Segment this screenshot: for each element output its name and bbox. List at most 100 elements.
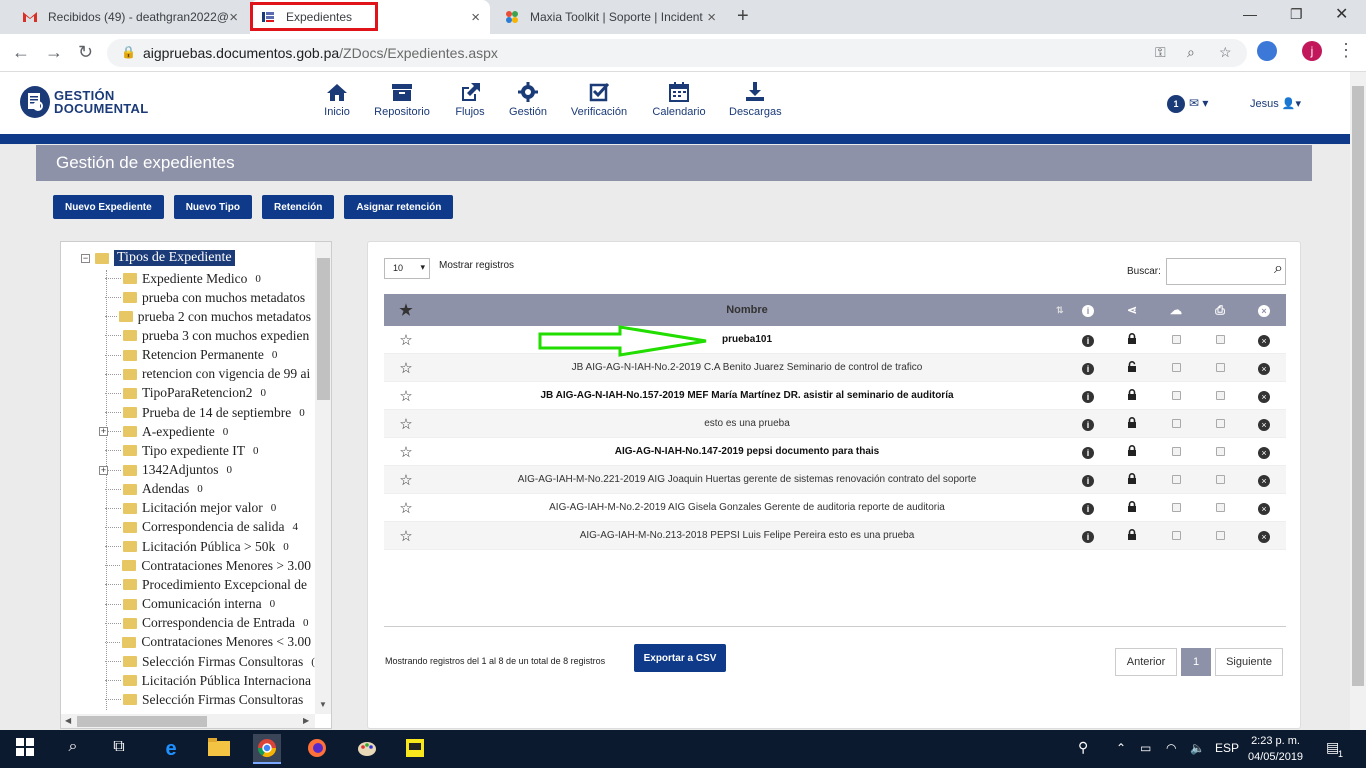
scroll-left-icon[interactable]: ◀ bbox=[65, 716, 71, 725]
tree-item[interactable]: Contrataciones Menores > 3.00 bbox=[105, 556, 319, 575]
file-explorer-icon[interactable] bbox=[208, 738, 230, 760]
print-checkbox[interactable] bbox=[1198, 361, 1242, 375]
print-checkbox[interactable] bbox=[1198, 445, 1242, 459]
info-icon[interactable]: i bbox=[1066, 445, 1110, 459]
info-icon[interactable]: i bbox=[1066, 529, 1110, 543]
key-icon[interactable]: ⚿ bbox=[1155, 44, 1166, 61]
scroll-right-icon[interactable]: ▶ bbox=[303, 716, 309, 725]
table-row[interactable]: ☆ AIG-AG-IAH-M-No.221-2019 AIG Joaquin Hu… bbox=[384, 466, 1286, 494]
delete-icon[interactable]: × bbox=[1242, 445, 1286, 459]
tree-item[interactable]: Licitación Pública Internaciona bbox=[105, 671, 319, 690]
expand-toggle[interactable]: + bbox=[99, 465, 108, 475]
info-icon[interactable]: i bbox=[1066, 473, 1110, 487]
scroll-down-icon[interactable]: ▼ bbox=[319, 700, 327, 709]
table-row[interactable]: ☆ esto es una prueba i × bbox=[384, 410, 1286, 438]
tree-item[interactable]: retencion con vigencia de 99 ai bbox=[105, 365, 319, 384]
delete-icon[interactable]: × bbox=[1242, 529, 1286, 543]
tree-item[interactable]: Adendas 0 bbox=[105, 480, 319, 499]
tree-item[interactable]: Retencion Permanente 0 bbox=[105, 346, 319, 365]
delete-icon[interactable]: × bbox=[1242, 389, 1286, 403]
info-icon[interactable]: i bbox=[1066, 501, 1110, 515]
tree-item[interactable]: 1342Adjuntos 0 bbox=[105, 461, 319, 480]
tree-root[interactable]: Tipos de Expediente bbox=[95, 250, 235, 266]
download-checkbox[interactable] bbox=[1154, 445, 1198, 459]
scroll-thumb[interactable] bbox=[317, 258, 330, 400]
tree-item[interactable]: A-expediente 0 bbox=[105, 422, 319, 441]
maximize-button[interactable]: ❐ bbox=[1290, 6, 1303, 23]
tree-item[interactable]: Licitación Pública > 50k 0 bbox=[105, 537, 319, 556]
nav-inicio[interactable]: Inicio bbox=[322, 82, 352, 118]
expedient-name[interactable]: prueba101 bbox=[428, 334, 1066, 345]
delete-icon[interactable]: × bbox=[1242, 501, 1286, 515]
edge-icon[interactable]: e bbox=[160, 738, 182, 760]
tree-item[interactable]: prueba 3 con muchos expedien bbox=[105, 326, 319, 345]
next-page-button[interactable]: Siguiente bbox=[1215, 648, 1283, 676]
volume-icon[interactable]: 🔈 bbox=[1190, 741, 1205, 755]
tab-gmail[interactable]: Recibidos (49) - deathgran2022@ × bbox=[12, 0, 248, 34]
forward-button[interactable]: → bbox=[45, 42, 63, 63]
print-checkbox[interactable] bbox=[1198, 473, 1242, 487]
new-expediente-button[interactable]: Nuevo Expediente bbox=[53, 195, 164, 219]
info-icon[interactable]: i bbox=[1066, 361, 1110, 375]
expedient-name[interactable]: AIG-AG-IAH-M-No.221-2019 AIG Joaquin Hue… bbox=[428, 474, 1066, 485]
print-checkbox[interactable] bbox=[1198, 501, 1242, 515]
search-icon[interactable]: ⌕ bbox=[1274, 260, 1283, 278]
favorite-header-icon[interactable]: ★ bbox=[384, 301, 428, 319]
zoom-icon[interactable]: ⌕ bbox=[1187, 44, 1195, 61]
tree-item[interactable]: Selección Firmas Consultoras( bbox=[105, 652, 319, 671]
lock-icon[interactable] bbox=[1110, 528, 1154, 543]
download-checkbox[interactable] bbox=[1154, 417, 1198, 431]
lock-icon[interactable] bbox=[1110, 388, 1154, 403]
download-checkbox[interactable] bbox=[1154, 361, 1198, 375]
search-icon[interactable]: ⌕ bbox=[62, 738, 84, 760]
previous-page-button[interactable]: Anterior bbox=[1115, 648, 1177, 676]
expedient-name[interactable]: esto es una prueba bbox=[428, 418, 1066, 429]
reload-button[interactable]: ↻ bbox=[78, 42, 93, 63]
favorite-star-icon[interactable]: ☆ bbox=[384, 471, 428, 489]
expedient-name[interactable]: AIG-AG-N-IAH-No.147-2019 pepsi documento… bbox=[428, 446, 1066, 457]
close-icon[interactable]: × bbox=[229, 9, 238, 26]
tree-vertical-scrollbar[interactable]: ▼ bbox=[315, 242, 331, 714]
expedient-name[interactable]: AIG-AG-IAH-M-No.213-2018 PEPSI Luis Feli… bbox=[428, 530, 1066, 541]
lock-icon[interactable] bbox=[1110, 416, 1154, 431]
tree-item[interactable]: prueba con muchos metadatos bbox=[105, 288, 319, 307]
table-row[interactable]: ☆ JB AIG-AG-N-IAH-No.157-2019 MEF María M… bbox=[384, 382, 1286, 410]
favorite-star-icon[interactable]: ☆ bbox=[384, 387, 428, 405]
table-row[interactable]: ☆ AIG-AG-N-IAH-No.147-2019 pepsi document… bbox=[384, 438, 1286, 466]
bookmark-star-icon[interactable]: ☆ bbox=[1219, 44, 1232, 61]
favorite-star-icon[interactable]: ☆ bbox=[384, 331, 428, 349]
sort-icon[interactable]: ⇅ bbox=[1056, 305, 1064, 316]
nav-descargas[interactable]: Descargas bbox=[729, 82, 782, 118]
expand-toggle[interactable]: + bbox=[99, 427, 108, 437]
close-icon[interactable]: × bbox=[707, 9, 716, 26]
table-row[interactable]: ☆ AIG-AG-IAH-M-No.213-2018 PEPSI Luis Fel… bbox=[384, 522, 1286, 550]
tree-item[interactable]: Tipo expediente IT 0 bbox=[105, 441, 319, 460]
page-1-button[interactable]: 1 bbox=[1181, 648, 1211, 676]
info-icon[interactable]: i bbox=[1066, 389, 1110, 403]
paint-icon[interactable] bbox=[356, 738, 378, 760]
new-type-button[interactable]: Nuevo Tipo bbox=[173, 195, 252, 219]
download-checkbox[interactable] bbox=[1154, 529, 1198, 543]
unlock-icon[interactable] bbox=[1110, 360, 1154, 375]
print-checkbox[interactable] bbox=[1198, 389, 1242, 403]
address-bar[interactable]: 🔒 aigpruebas.documentos.gob.pa/ZDocs/Exp… bbox=[107, 39, 1247, 67]
scroll-thumb[interactable] bbox=[1352, 86, 1364, 686]
lock-icon[interactable] bbox=[1110, 500, 1154, 515]
tree-item[interactable]: prueba 2 con muchos metadatos bbox=[105, 307, 319, 326]
window-close-button[interactable]: ✕ bbox=[1335, 4, 1348, 24]
info-icon[interactable]: i bbox=[1066, 333, 1110, 347]
windows-start-icon[interactable] bbox=[14, 738, 36, 760]
delete-icon[interactable]: × bbox=[1242, 361, 1286, 375]
tree-item[interactable]: Expediente Medico 0 bbox=[105, 269, 319, 288]
favorite-star-icon[interactable]: ☆ bbox=[384, 527, 428, 545]
sticky-notes-icon[interactable] bbox=[404, 738, 426, 760]
minimize-button[interactable]: — bbox=[1243, 6, 1257, 22]
extension-globe-icon[interactable] bbox=[1257, 41, 1277, 61]
tree-horizontal-scrollbar[interactable]: ◀ ▶ bbox=[61, 714, 315, 728]
download-checkbox[interactable] bbox=[1154, 501, 1198, 515]
browser-menu-icon[interactable]: ⋮ bbox=[1337, 40, 1355, 61]
assign-retention-button[interactable]: Asignar retención bbox=[344, 195, 454, 219]
expedient-name[interactable]: JB AIG-AG-N-IAH-No.157-2019 MEF María Ma… bbox=[428, 390, 1066, 401]
tree-item[interactable]: Comunicación interna 0 bbox=[105, 595, 319, 614]
nav-flujos[interactable]: Flujos bbox=[454, 82, 486, 118]
